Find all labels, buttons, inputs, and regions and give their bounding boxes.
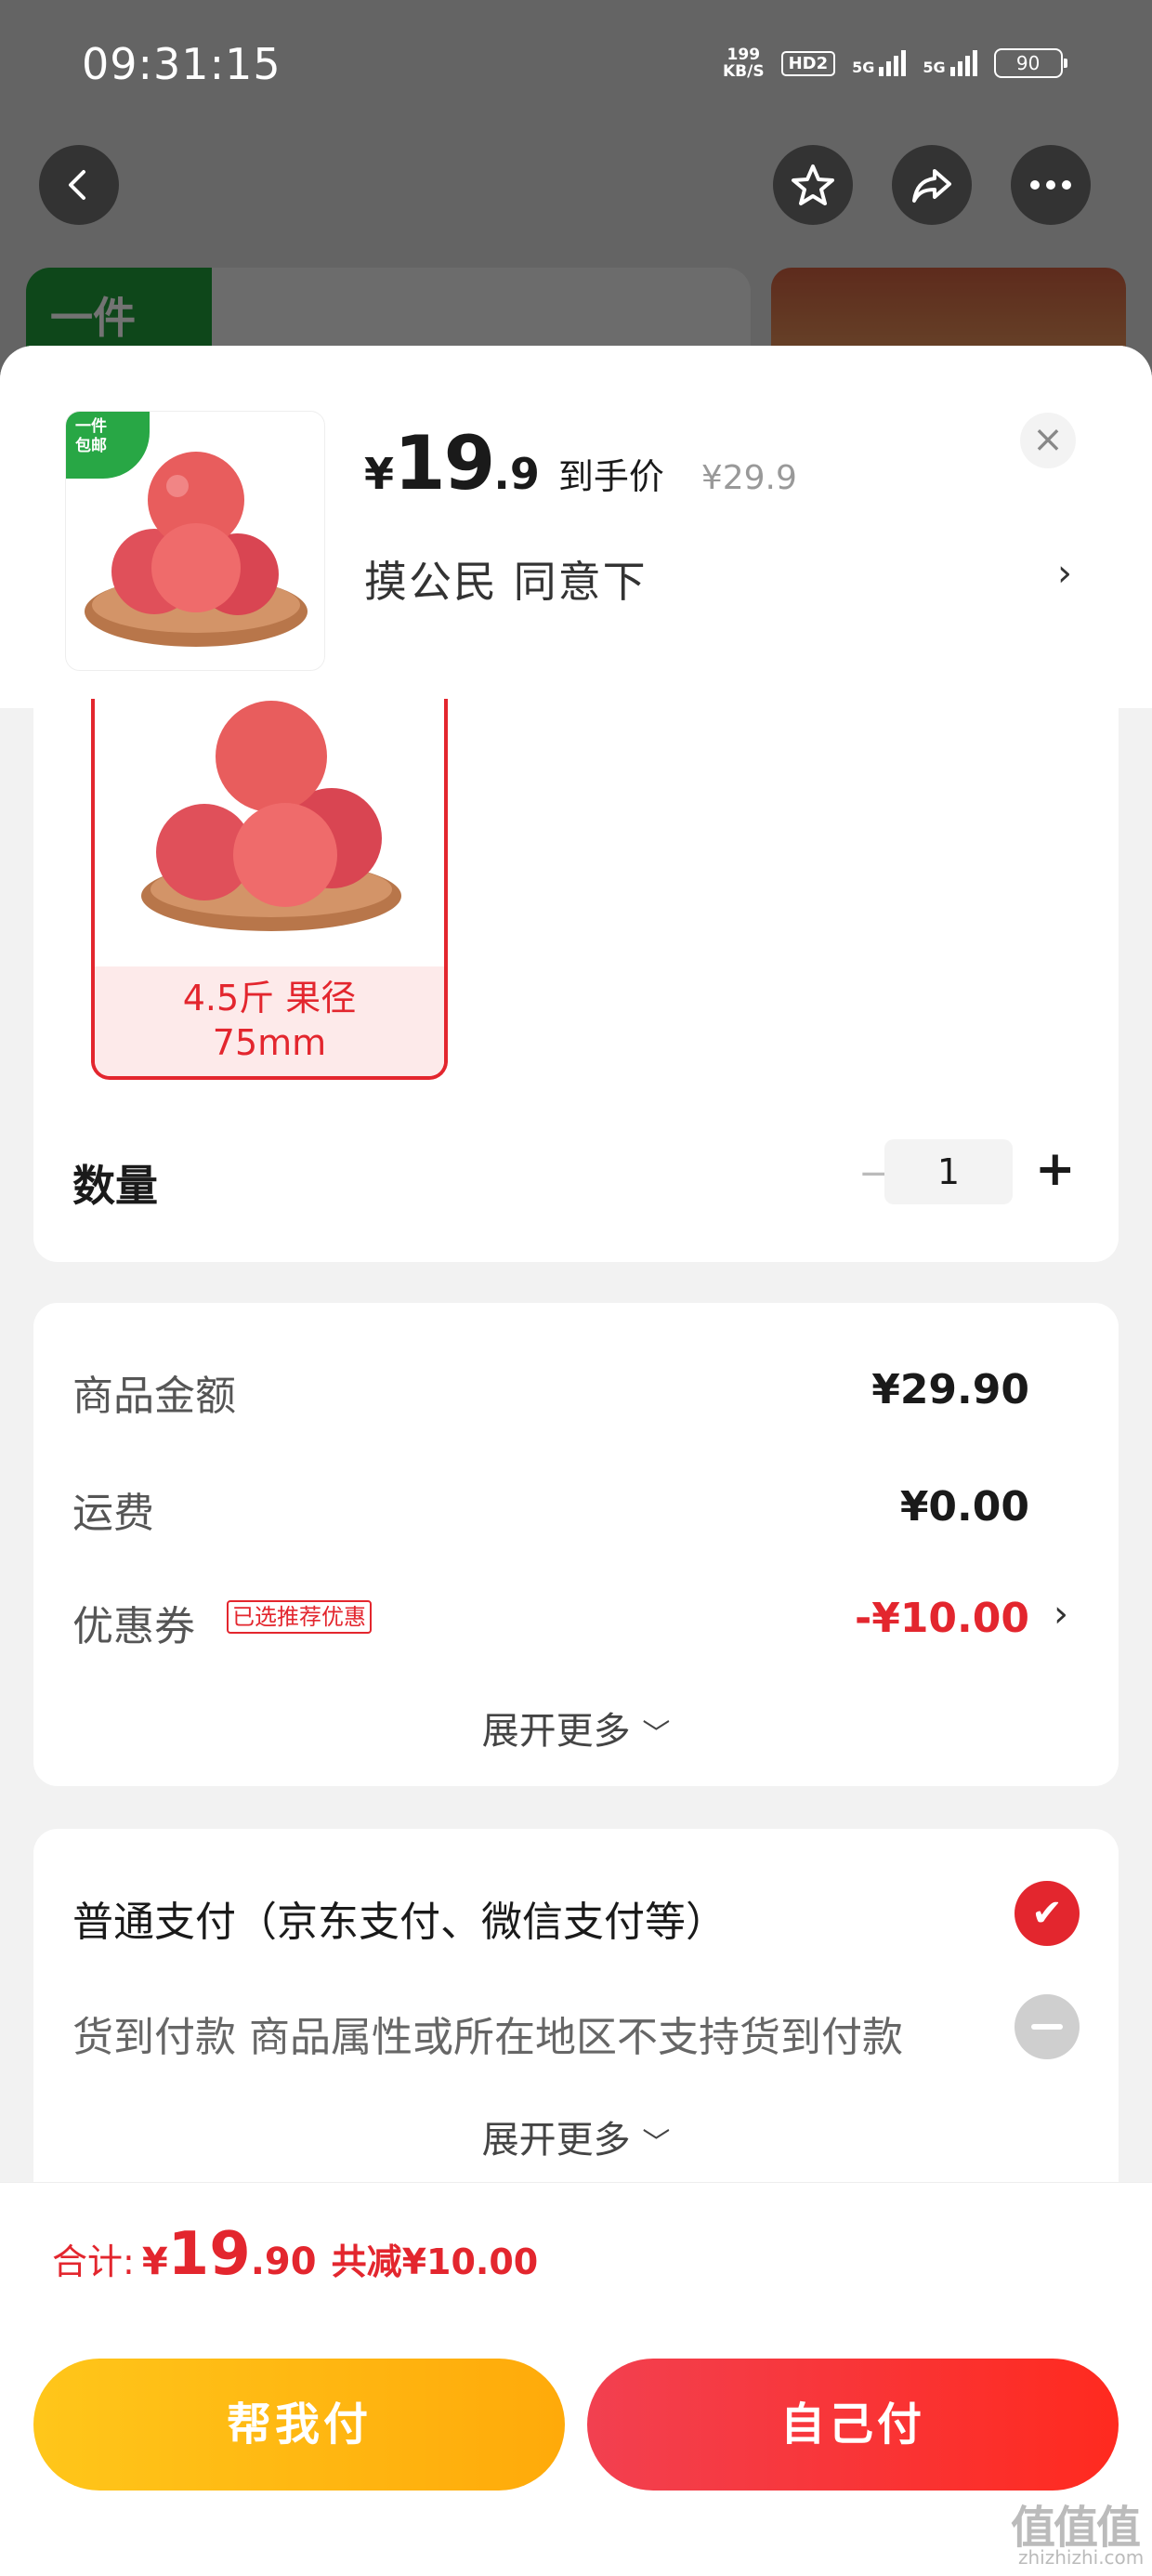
shipping-label: 运费 xyxy=(72,1490,154,1537)
product-image: 一件 包邮 xyxy=(65,411,325,671)
payment-normal-label[interactable]: 普通支付（京东支付、微信支付等） xyxy=(72,1888,727,1948)
payment-cod-label: 货到付款 商品属性或所在地区不支持货到付款 xyxy=(72,2014,903,2061)
expand-more-button-2[interactable]: 展开更多 ﹀ xyxy=(33,2109,1119,2163)
price-tag: 到手价 xyxy=(557,456,664,497)
chevron-down-icon: ﹀ xyxy=(642,1718,671,1751)
check-icon[interactable]: ✔ xyxy=(1015,1881,1080,1946)
spec-card: 4.5斤 果径 75mm 数量 − 1 + xyxy=(33,699,1119,1262)
price-integer: 19 xyxy=(394,420,495,506)
total-bar: 合计: ¥ 19 .90 共减¥10.00 xyxy=(0,2182,1152,2321)
quantity-input[interactable]: 1 xyxy=(884,1139,1013,1204)
favorite-button[interactable] xyxy=(773,145,853,225)
status-icons: 199 KB/S HD2 5G 5G 90 xyxy=(723,46,1067,81)
price-summary-card: 商品金额 ¥29.90 运费 ¥0.00 优惠券 已选推荐优惠 -¥10.00 … xyxy=(33,1303,1119,1786)
coupon-value[interactable]: -¥10.00 xyxy=(855,1595,1029,1642)
action-bar: 帮我付 自己付 xyxy=(0,2321,1152,2576)
coupon-tag: 已选推荐优惠 xyxy=(227,1600,372,1634)
goods-amount-label: 商品金额 xyxy=(72,1373,236,1420)
close-button[interactable]: × xyxy=(1020,413,1076,468)
disabled-icon xyxy=(1015,1994,1080,2059)
shipping-value: ¥0.00 xyxy=(899,1483,1029,1531)
apple-option-image xyxy=(141,701,401,931)
payment-card: 普通支付（京东支付、微信支付等） ✔ 货到付款 商品属性或所在地区不支持货到付款… xyxy=(33,1829,1119,2219)
status-time: 09:31:15 xyxy=(82,39,281,89)
share-button[interactable] xyxy=(892,145,972,225)
quantity-label: 数量 xyxy=(72,1161,158,1211)
more-icon xyxy=(1030,180,1071,190)
back-icon xyxy=(69,170,85,200)
original-price: ¥29.9 xyxy=(700,459,797,497)
price-decimal: .9 xyxy=(493,449,540,499)
goods-amount-value: ¥29.90 xyxy=(871,1366,1029,1413)
chevron-down-icon: ﹀ xyxy=(642,2127,671,2160)
share-icon xyxy=(912,169,951,203)
chevron-right-icon[interactable]: › xyxy=(1057,552,1072,595)
quantity-plus-button[interactable]: + xyxy=(1035,1141,1076,1197)
battery-icon: 90 xyxy=(993,48,1067,78)
spec-option-selected[interactable]: 4.5斤 果径 75mm xyxy=(91,699,448,1080)
total-saved: 共减¥10.00 xyxy=(331,2241,539,2282)
signal-icon: 5G xyxy=(852,50,907,76)
price-currency: ¥ xyxy=(364,449,395,499)
coupon-label: 优惠券 xyxy=(72,1603,195,1650)
signal-icon-2: 5G xyxy=(923,50,977,76)
help-pay-button[interactable]: 帮我付 xyxy=(33,2359,565,2491)
more-button[interactable] xyxy=(1011,145,1091,225)
spec-option-label: 4.5斤 果径 75mm xyxy=(95,966,444,1076)
star-icon xyxy=(792,164,834,205)
hd-icon: HD2 xyxy=(780,50,836,76)
self-pay-button[interactable]: 自己付 xyxy=(587,2359,1119,2491)
price-block: ¥ 19 .9 到手价 ¥29.9 xyxy=(364,420,797,506)
sheet-header: 一件 包邮 ¥ 19 .9 到手价 ¥29.9 摸公民 同意下 › × xyxy=(0,346,1152,708)
back-button[interactable] xyxy=(39,145,119,225)
chevron-right-icon[interactable]: › xyxy=(1054,1593,1068,1636)
watermark-url: zhizhizhi.com xyxy=(1018,2546,1145,2569)
order-sheet: 一件 包邮 ¥ 19 .9 到手价 ¥29.9 摸公民 同意下 › × 4.5斤 … xyxy=(0,346,1152,2576)
total-amount: 合计: ¥ 19 .90 共减¥10.00 xyxy=(52,2220,539,2289)
expand-more-button[interactable]: 展开更多 ﹀ xyxy=(33,1701,1119,1755)
net-speed: 199 KB/S xyxy=(723,46,765,81)
selected-spec[interactable]: 摸公民 同意下 xyxy=(364,548,648,610)
